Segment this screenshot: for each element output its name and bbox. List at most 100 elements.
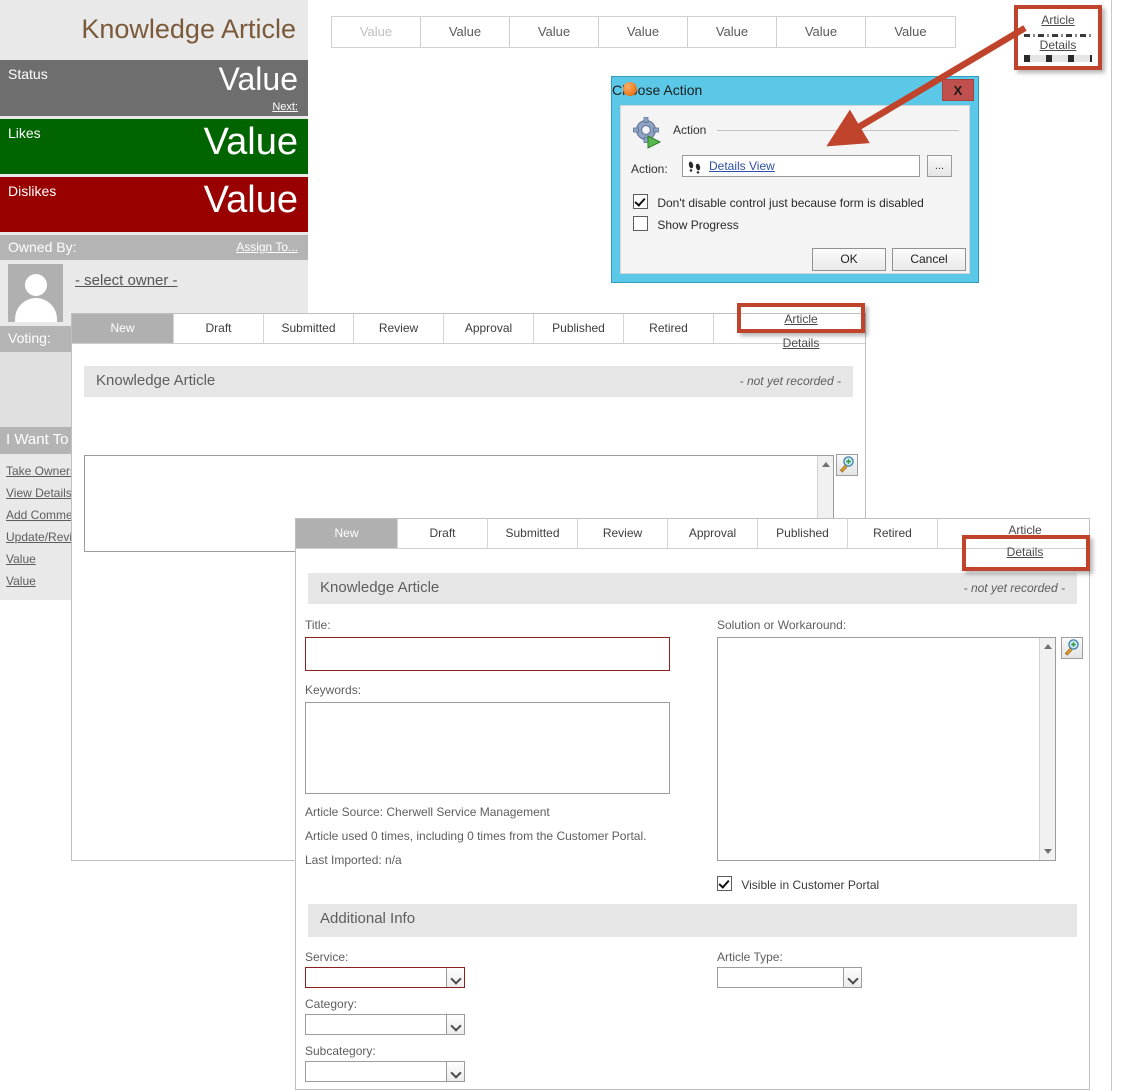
article-section-title: Knowledge Article	[96, 372, 216, 389]
subcategory-label: Subcategory:	[305, 1044, 376, 1058]
action-field-label: Action:	[631, 162, 668, 176]
action-browse-button[interactable]: ...	[927, 155, 952, 177]
status-label: Status	[8, 66, 48, 82]
tab-retired[interactable]: Retired	[848, 519, 938, 548]
owned-by-label: Owned By:	[8, 239, 77, 255]
chevron-down-icon[interactable]	[446, 1015, 464, 1034]
tab-approval[interactable]: Approval	[444, 314, 534, 343]
chevron-down-icon[interactable]	[446, 968, 464, 987]
visible-in-portal-checkbox[interactable]	[717, 876, 732, 891]
show-progress-checkbox[interactable]	[633, 216, 648, 231]
voting-label: Voting:	[8, 330, 51, 346]
article-section-note: - not yet recorded -	[739, 374, 841, 388]
scroll-up-icon[interactable]	[1044, 644, 1052, 649]
i-want-to-label: I Want To	[6, 431, 69, 448]
select-owner-link[interactable]: - select owner -	[75, 272, 178, 289]
tab-review[interactable]: Review	[578, 519, 668, 548]
dont-disable-control-row[interactable]: Don't disable control just because form …	[633, 194, 924, 210]
title-input[interactable]	[305, 637, 670, 671]
chevron-down-icon[interactable]	[446, 1062, 464, 1081]
article-body-zoom-button[interactable]	[836, 454, 858, 476]
value-tab-strip: Value Value Value Value Value Value Valu…	[331, 16, 956, 48]
cancel-button[interactable]: Cancel	[892, 248, 966, 271]
magnifier-plus-icon	[839, 456, 854, 473]
keywords-input[interactable]	[305, 702, 670, 794]
article-type-label: Article Type:	[717, 950, 783, 964]
tab-review[interactable]: Review	[354, 314, 444, 343]
category-combobox[interactable]	[305, 1014, 465, 1035]
dialog-body: Action Action: Details View ... Don't di	[620, 105, 970, 274]
designer-details-label[interactable]: Details	[1018, 38, 1098, 52]
status-band: Status Value Next:	[0, 60, 308, 116]
tab-published[interactable]: Published	[534, 314, 624, 343]
details-section-header: Knowledge Article - not yet recorded -	[308, 573, 1077, 604]
gear-play-icon	[631, 116, 665, 150]
article-side-details-label[interactable]: Details	[742, 336, 860, 350]
dislikes-band: Dislikes Value	[0, 177, 308, 232]
action-input[interactable]: Details View	[682, 155, 920, 177]
scroll-up-icon[interactable]	[822, 462, 830, 467]
app-sphere-icon	[623, 82, 637, 96]
show-progress-row[interactable]: Show Progress	[633, 216, 739, 232]
tab-approval[interactable]: Approval	[668, 519, 758, 548]
chevron-down-icon[interactable]	[843, 968, 861, 987]
tab-new[interactable]: New	[72, 314, 174, 343]
magnifier-plus-icon	[1064, 639, 1079, 656]
value-cell[interactable]: Value	[866, 17, 955, 47]
tab-submitted[interactable]: Submitted	[264, 314, 354, 343]
avatar-head-icon	[25, 274, 47, 296]
dislikes-label: Dislikes	[8, 183, 57, 199]
solution-zoom-button[interactable]	[1061, 637, 1083, 659]
callout-details-tab	[962, 535, 1090, 571]
tab-retired[interactable]: Retired	[624, 314, 714, 343]
ok-button[interactable]: OK	[812, 248, 886, 271]
selection-dash-line	[1024, 34, 1092, 37]
avatar	[8, 264, 63, 322]
assign-to-link[interactable]: Assign To...	[236, 240, 298, 254]
value-cell[interactable]: Value	[332, 17, 421, 47]
value-cell[interactable]: Value	[599, 17, 688, 47]
article-source-text: Article Source: Cherwell Service Managem…	[305, 805, 550, 819]
designer-article-label[interactable]: Article	[1018, 13, 1098, 27]
dont-disable-control-label: Don't disable control just because form …	[657, 196, 924, 210]
subcategory-combobox[interactable]	[305, 1061, 465, 1082]
value-cell[interactable]: Value	[421, 17, 510, 47]
title-label: Title:	[305, 618, 331, 632]
additional-info-title: Additional Info	[320, 910, 416, 927]
likes-band: Likes Value	[0, 119, 308, 174]
footprints-icon	[687, 160, 703, 174]
tab-draft[interactable]: Draft	[398, 519, 488, 548]
category-label: Category:	[305, 997, 358, 1011]
status-next-link[interactable]: Next:	[272, 101, 298, 113]
solution-scrollbar[interactable]	[1039, 638, 1055, 860]
value-cell[interactable]: Value	[777, 17, 866, 47]
tab-new[interactable]: New	[296, 519, 398, 548]
avatar-body-icon	[15, 298, 57, 322]
service-label: Service:	[305, 950, 349, 964]
action-group-rule	[717, 130, 959, 131]
value-cell[interactable]: Value	[510, 17, 599, 47]
dislikes-value: Value	[203, 179, 298, 221]
value-cell[interactable]: Value	[688, 17, 777, 47]
tab-submitted[interactable]: Submitted	[488, 519, 578, 548]
dialog-titlebar: Choose Action X	[612, 77, 978, 103]
solution-label: Solution or Workaround:	[717, 618, 847, 632]
details-form-window: New Draft Submitted Review Approval Publ…	[295, 518, 1090, 1090]
solution-textarea[interactable]	[717, 637, 1056, 861]
callout-article-tab	[737, 303, 865, 333]
scroll-down-icon[interactable]	[1044, 849, 1052, 854]
details-section-note: - not yet recorded -	[963, 581, 1065, 595]
visible-in-portal-checkbox-row[interactable]: Visible in Customer Portal	[717, 876, 879, 892]
dont-disable-control-checkbox[interactable]	[633, 194, 648, 209]
callout-designer-tabs: Article Details	[1014, 5, 1102, 70]
article-type-combobox[interactable]	[717, 967, 862, 988]
action-value[interactable]: Details View	[709, 159, 775, 173]
close-button[interactable]: X	[942, 79, 974, 101]
tab-published[interactable]: Published	[758, 519, 848, 548]
details-section-title: Knowledge Article	[320, 579, 440, 596]
screenshot-root: Knowledge Article Status Value Next: Lik…	[0, 0, 1130, 1091]
selection-handles	[1024, 55, 1092, 62]
article-section-header: Knowledge Article - not yet recorded -	[84, 366, 853, 397]
tab-draft[interactable]: Draft	[174, 314, 264, 343]
service-combobox[interactable]	[305, 967, 465, 988]
